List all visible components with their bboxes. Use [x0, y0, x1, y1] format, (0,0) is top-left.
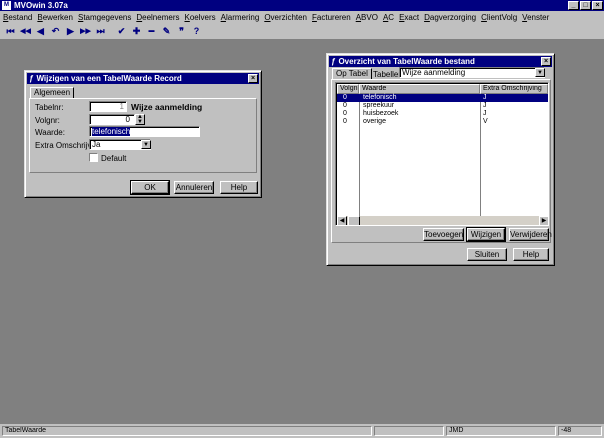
chevron-right-icon[interactable]: ▶	[539, 216, 548, 225]
delete-icon[interactable]: ▬	[145, 25, 158, 38]
app-title: MVOwin 3.07a	[14, 1, 68, 10]
row-volgnr: 0	[343, 94, 347, 101]
toolbar: ⏮ ◀◀ ◀ ↶ ▶ ▶▶ ⏭ ✔ ✚ ▬ ✎ ❞ ?	[0, 23, 604, 40]
tablenr-field[interactable]: 1	[89, 101, 127, 112]
row-waarde: telefonisch	[363, 94, 397, 101]
status-blank	[374, 426, 444, 436]
scrollbar-thumb[interactable]	[348, 216, 360, 225]
quote-icon[interactable]: ❞	[175, 25, 188, 38]
edit-dialog-titlebar: ƒ Wijzigen van een TabelWaarde Record ×	[27, 73, 259, 84]
column-header-waarde[interactable]: Waarde	[359, 84, 480, 94]
menu-deelnemers[interactable]: Deelnemers	[136, 13, 179, 22]
status-value: -48	[558, 426, 602, 436]
row-volgnr: 0	[343, 118, 347, 125]
volgnr-stepper[interactable]: ▲ ▼	[135, 114, 145, 125]
row-extra: J	[483, 102, 487, 109]
next-record-icon[interactable]: ▶	[64, 25, 77, 38]
help-icon[interactable]: ?	[190, 25, 203, 38]
row-extra: J	[483, 94, 487, 101]
default-label: Default	[101, 154, 127, 163]
menu-bar: Bestand Bewerken Stamgegevens Deelnemers…	[0, 11, 604, 23]
chevron-down-icon[interactable]: ▼	[136, 119, 144, 125]
column-header-extra[interactable]: Extra Omschrijving	[480, 84, 548, 94]
waarde-label: Waarde:	[35, 128, 65, 137]
edit-record-dialog: ƒ Wijzigen van een TabelWaarde Record × …	[24, 70, 262, 198]
status-text: TabelWaarde	[2, 426, 372, 436]
menu-bewerken[interactable]: Bewerken	[37, 13, 73, 22]
row-extra: V	[483, 118, 488, 125]
prev-page-icon[interactable]: ◀◀	[19, 25, 32, 38]
minimize-button[interactable]: _	[568, 1, 579, 10]
tabelwaarde-list[interactable]: Volgnr Waarde Extra Omschrijving 0 telef…	[335, 82, 549, 226]
first-record-icon[interactable]: ⏮	[4, 25, 17, 38]
menu-factureren[interactable]: Factureren	[312, 13, 351, 22]
verwijderen-button[interactable]: Verwijderen	[509, 228, 552, 241]
menu-abvo[interactable]: ABVO	[356, 13, 378, 22]
wijzigen-button[interactable]: Wijzigen	[466, 227, 506, 242]
menu-clientvolg[interactable]: ClientVolg	[481, 13, 517, 22]
sluiten-button[interactable]: Sluiten	[467, 248, 507, 261]
table-row[interactable]: 0 spreekuur J	[337, 102, 548, 110]
row-volgnr: 0	[343, 102, 347, 109]
table-row[interactable]: 0 telefonisch J	[337, 94, 548, 102]
close-icon[interactable]: ×	[541, 57, 551, 66]
overview-dialog-titlebar: ƒ Overzicht van TabelWaarde bestand ×	[329, 56, 552, 67]
close-button[interactable]: ×	[592, 1, 603, 10]
tablenr-label: Tabelnr:	[35, 103, 64, 112]
close-icon[interactable]: ×	[248, 74, 258, 83]
row-extra: J	[483, 110, 487, 117]
edit-icon[interactable]: ✎	[160, 25, 173, 38]
menu-venster[interactable]: Venster	[522, 13, 549, 22]
volgnr-field[interactable]: 0	[89, 114, 135, 125]
mvo-app-icon: M	[2, 1, 11, 10]
chevron-down-icon[interactable]: ▼	[141, 140, 151, 149]
dialog-icon: ƒ	[331, 57, 336, 66]
undo-icon[interactable]: ↶	[49, 25, 62, 38]
menu-dagverzorging[interactable]: Dagverzorging	[424, 13, 476, 22]
tabellen-select[interactable]: Wijze aanmelding	[399, 67, 545, 78]
menu-stamgegevens[interactable]: Stamgegevens	[78, 13, 131, 22]
tablenr-name: Wijze aanmelding	[131, 102, 203, 112]
table-row[interactable]: 0 huisbezoek J	[337, 110, 548, 118]
confirm-icon[interactable]: ✔	[115, 25, 128, 38]
default-checkbox[interactable]	[89, 153, 98, 162]
row-waarde: huisbezoek	[363, 110, 399, 117]
help-button[interactable]: Help	[220, 181, 258, 194]
row-volgnr: 0	[343, 110, 347, 117]
menu-alarmering[interactable]: Alarmering	[221, 13, 260, 22]
overview-dialog-title: Overzicht van TabelWaarde bestand	[338, 57, 475, 66]
next-page-icon[interactable]: ▶▶	[79, 25, 92, 38]
table-row[interactable]: 0 overige V	[337, 118, 548, 126]
prev-record-icon[interactable]: ◀	[34, 25, 47, 38]
toevoegen-button[interactable]: Toevoegen	[423, 228, 464, 241]
overview-dialog: ƒ Overzicht van TabelWaarde bestand × Op…	[326, 53, 555, 266]
dialog-icon: ƒ	[29, 74, 34, 83]
waarde-field[interactable]: telefonisch	[89, 126, 200, 137]
menu-bestand[interactable]: Bestand	[3, 13, 32, 22]
horizontal-scrollbar[interactable]: ◀ ▶	[337, 216, 548, 225]
status-bar: TabelWaarde JMD -48	[0, 424, 604, 438]
menu-exact[interactable]: Exact	[399, 13, 419, 22]
menu-overzichten[interactable]: Overzichten	[264, 13, 307, 22]
row-waarde: spreekuur	[363, 102, 395, 109]
last-record-icon[interactable]: ⏭	[94, 25, 107, 38]
menu-koelvers[interactable]: Koelvers	[184, 13, 215, 22]
edit-dialog-title: Wijzigen van een TabelWaarde Record	[36, 74, 182, 83]
status-user: JMD	[446, 426, 556, 436]
volgnr-label: Volgnr:	[35, 116, 60, 125]
menu-ac[interactable]: AC	[383, 13, 394, 22]
help-button[interactable]: Help	[513, 248, 549, 261]
app-titlebar: M MVOwin 3.07a _ □ ×	[0, 0, 604, 11]
maximize-button[interactable]: □	[580, 1, 591, 10]
annuleren-button[interactable]: Annuleren	[174, 181, 214, 194]
chevron-left-icon[interactable]: ◀	[337, 216, 347, 225]
add-icon[interactable]: ✚	[130, 25, 143, 38]
ok-button[interactable]: OK	[130, 180, 170, 195]
row-waarde: overige	[363, 118, 386, 125]
column-header-volgnr[interactable]: Volgnr	[337, 84, 359, 94]
chevron-down-icon[interactable]: ▼	[535, 68, 545, 77]
